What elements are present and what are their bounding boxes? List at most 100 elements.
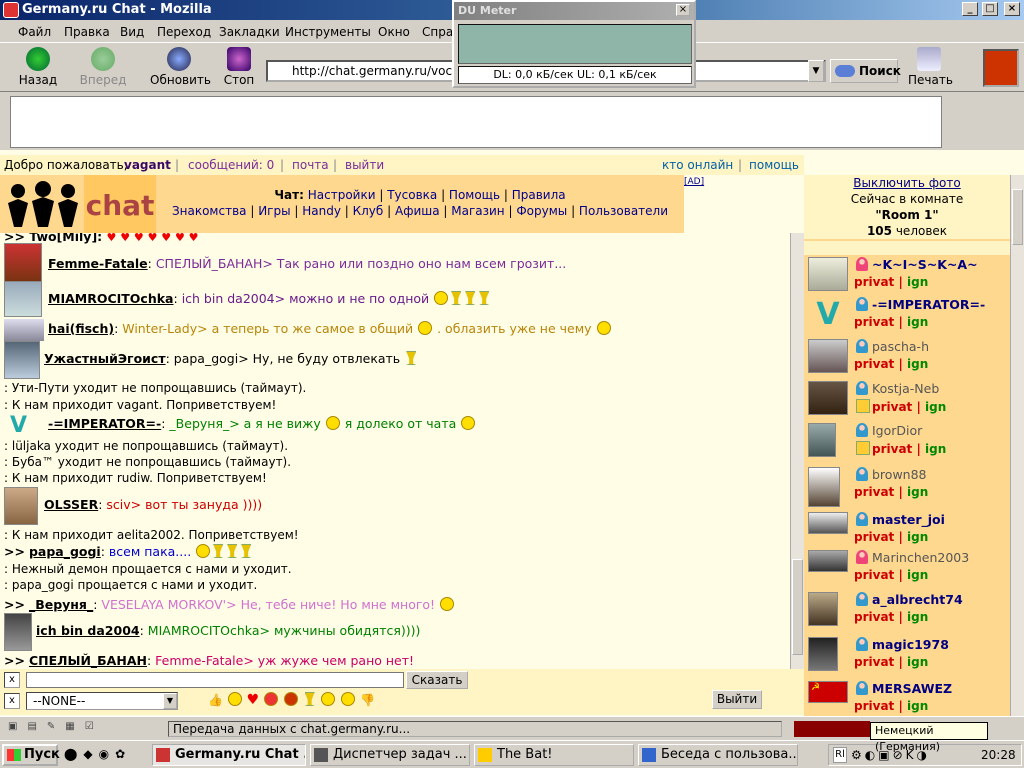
menu-file[interactable]: Файл: [18, 25, 51, 39]
component-bar-icons[interactable]: ▣▤✎▦☑: [8, 721, 158, 737]
message-nick[interactable]: Femme-Fatale: [48, 256, 148, 271]
nav-club[interactable]: Клуб: [353, 204, 384, 218]
user-list-item[interactable]: IgorDior privat | ign: [806, 421, 1006, 461]
user-photo[interactable]: [808, 339, 848, 373]
crown-avatar[interactable]: [4, 319, 44, 341]
ignore-link[interactable]: ign: [907, 315, 928, 329]
user-photo[interactable]: [808, 550, 848, 572]
chat-scrollbar[interactable]: [790, 233, 804, 669]
ignore-link[interactable]: ign: [925, 400, 946, 414]
menu-bookmarks[interactable]: Закладки: [219, 25, 280, 39]
sidebar-scrollbar[interactable]: [1010, 175, 1024, 716]
recipient-select[interactable]: --NONE-- ▼: [26, 692, 178, 710]
user-photo[interactable]: [808, 467, 840, 507]
message-nick[interactable]: УжастныйЭгоист: [44, 351, 166, 366]
avatar[interactable]: [4, 613, 32, 651]
clear-message-button[interactable]: x: [4, 672, 20, 688]
smiley-icon[interactable]: [227, 692, 242, 706]
privat-link[interactable]: privat: [854, 275, 894, 289]
user-name[interactable]: MERSAWEZ: [856, 681, 952, 696]
clear-recipient-button[interactable]: x: [4, 693, 20, 709]
logout-link[interactable]: выйти: [345, 155, 384, 175]
message-nick[interactable]: СПЕЛЫЙ_БАНАН: [29, 653, 147, 668]
maximize-button[interactable]: □: [982, 2, 998, 16]
url-dropdown-button[interactable]: ▼: [808, 60, 824, 82]
print-button[interactable]: Печать: [908, 47, 953, 87]
nav-tusovka[interactable]: Тусовка: [387, 188, 437, 202]
nav-help[interactable]: Помощь: [449, 188, 500, 202]
message-nick[interactable]: _Веруня_: [29, 597, 93, 612]
goblet-icon[interactable]: [304, 692, 315, 706]
message-nick[interactable]: ich bin da2004: [36, 623, 140, 638]
ignore-link[interactable]: ign: [925, 442, 946, 456]
avatar[interactable]: [4, 243, 42, 283]
user-name[interactable]: ~K~I~S~K~A~: [856, 257, 978, 272]
chat-scroll-thumb[interactable]: [792, 559, 803, 655]
nav-settings[interactable]: Настройки: [308, 188, 376, 202]
privat-link[interactable]: privat: [854, 568, 894, 582]
language-indicator[interactable]: Rl: [833, 747, 847, 763]
close-button[interactable]: ×: [1004, 2, 1020, 16]
search-button[interactable]: Поиск: [830, 59, 901, 83]
privat-link[interactable]: privat: [854, 655, 894, 669]
message-nick[interactable]: papa_gogi: [29, 544, 101, 559]
privat-link[interactable]: privat: [854, 610, 894, 624]
stop-button[interactable]: Стоп: [222, 47, 256, 87]
nav-users[interactable]: Пользователи: [579, 204, 668, 218]
nav-afisha[interactable]: Афиша: [395, 204, 440, 218]
ignore-link[interactable]: ign: [907, 699, 928, 713]
who-online-link[interactable]: кто онлайн: [662, 155, 733, 175]
surprised-smiley-icon[interactable]: [341, 692, 356, 706]
ignore-link[interactable]: ign: [907, 485, 928, 499]
avatar[interactable]: [4, 281, 42, 317]
privat-link[interactable]: privat: [854, 315, 894, 329]
flower-icon[interactable]: [283, 692, 298, 706]
task-the-bat[interactable]: The Bat!: [474, 744, 634, 766]
privat-link[interactable]: privat: [854, 485, 894, 499]
privat-link[interactable]: privat: [854, 357, 894, 371]
user-list-item[interactable]: pascha-h privat | ign: [806, 337, 1006, 377]
user-list-item[interactable]: Kostja-Neb privat | ign: [806, 379, 1006, 419]
task-mozilla[interactable]: Germany.ru Chat ...: [152, 744, 306, 766]
menu-go[interactable]: Переход: [157, 25, 211, 39]
minimize-button[interactable]: _: [962, 2, 978, 16]
task-conversation[interactable]: Беседа с пользова...: [638, 744, 798, 766]
user-name[interactable]: Marinchen2003: [856, 550, 969, 565]
menu-tools[interactable]: Инструменты: [285, 25, 371, 39]
user-name[interactable]: -=IMPERATOR=-: [856, 297, 985, 312]
user-list-item[interactable]: magic1978 privat | ign: [806, 635, 1006, 675]
forward-button[interactable]: Вперед: [78, 47, 128, 87]
menu-view[interactable]: Вид: [120, 25, 144, 39]
user-name[interactable]: magic1978: [856, 637, 949, 652]
user-photo[interactable]: [808, 381, 848, 415]
help-link[interactable]: помощь: [749, 155, 799, 175]
user-list-item[interactable]: V -=IMPERATOR=- privat | ign: [806, 295, 1006, 335]
privat-link[interactable]: privat: [872, 400, 912, 414]
photos-off-link[interactable]: Выключить фото: [804, 175, 1010, 191]
user-name[interactable]: IgorDior: [856, 423, 922, 438]
avatar[interactable]: [4, 487, 38, 525]
user-photo[interactable]: [808, 423, 836, 457]
nav-dating[interactable]: Знакомства: [172, 204, 247, 218]
ignore-link[interactable]: ign: [907, 275, 928, 289]
quick-launch-icons[interactable]: ⬤◆◉✿: [64, 747, 131, 761]
user-photo[interactable]: [808, 592, 838, 626]
start-button[interactable]: Пуск: [2, 744, 60, 766]
mail-link[interactable]: почта: [292, 155, 329, 175]
chevron-down-icon[interactable]: ▼: [163, 693, 177, 709]
user-photo[interactable]: [808, 512, 848, 534]
user-name[interactable]: a_albrecht74: [856, 592, 963, 607]
message-nick[interactable]: hai(fisch): [48, 321, 114, 336]
user-list-item[interactable]: Marinchen2003 privat | ign: [806, 548, 1006, 588]
user-name[interactable]: brown88: [856, 467, 927, 482]
nav-forums[interactable]: Форумы: [516, 204, 567, 218]
ignore-link[interactable]: ign: [907, 357, 928, 371]
ignore-link[interactable]: ign: [907, 610, 928, 624]
username-link[interactable]: vagant: [124, 155, 171, 175]
du-meter-close-button[interactable]: ×: [676, 4, 690, 16]
user-name[interactable]: master_joi: [856, 512, 945, 527]
user-list-item[interactable]: ~K~I~S~K~A~ privat | ign: [806, 255, 1006, 295]
ignore-link[interactable]: ign: [907, 568, 928, 582]
task-manager[interactable]: Диспетчер задач ...: [310, 744, 470, 766]
ussr-flag-icon[interactable]: ☭: [808, 681, 848, 703]
